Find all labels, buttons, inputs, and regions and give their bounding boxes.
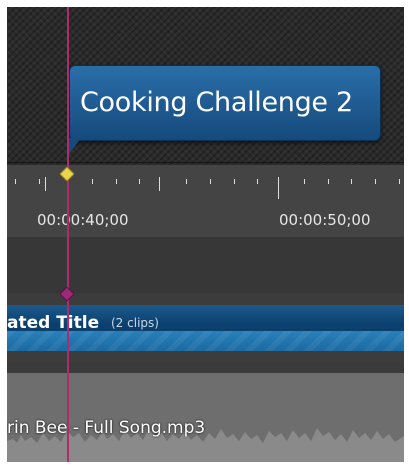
ruler-tick — [186, 179, 187, 184]
diamond-icon[interactable] — [60, 287, 74, 301]
ruler-tick — [116, 179, 117, 184]
ruler-timecode: 00:00:50;00 — [279, 211, 371, 229]
clip-title: rin Bee - Full Song.mp3 — [7, 418, 206, 438]
ruler-tick — [159, 177, 160, 191]
clip-count: (2 clips) — [111, 316, 159, 330]
marker-callout[interactable]: Cooking Challenge 2 — [69, 65, 381, 141]
ruler-tick — [39, 179, 40, 184]
ruler-tick — [210, 179, 211, 184]
timeline-panel: Cooking Challenge 2 00:00:40;00 00:00:50… — [7, 7, 404, 462]
ruler-tick — [278, 177, 279, 199]
ruler-tick — [92, 179, 93, 184]
ruler-tick — [139, 179, 140, 184]
diamond-icon[interactable] — [60, 167, 74, 181]
ruler-tick — [257, 179, 258, 184]
ruler-tick — [328, 179, 329, 184]
ruler-timecode: 00:00:40;00 — [37, 211, 129, 229]
marker-label: Cooking Challenge 2 — [80, 87, 353, 118]
ruler-tick — [15, 179, 16, 184]
ruler-tick — [351, 179, 352, 184]
app-root: Cooking Challenge 2 00:00:40;00 00:00:50… — [0, 0, 409, 465]
ruler-tick — [399, 179, 400, 184]
ruler-tick — [375, 179, 376, 184]
ruler-tick — [304, 179, 305, 184]
clip-title: ated Title — [7, 313, 100, 333]
ruler-tick — [234, 179, 235, 184]
marker-callout-tail — [69, 138, 81, 154]
playhead[interactable] — [67, 7, 69, 462]
ruler-tick — [45, 177, 46, 191]
